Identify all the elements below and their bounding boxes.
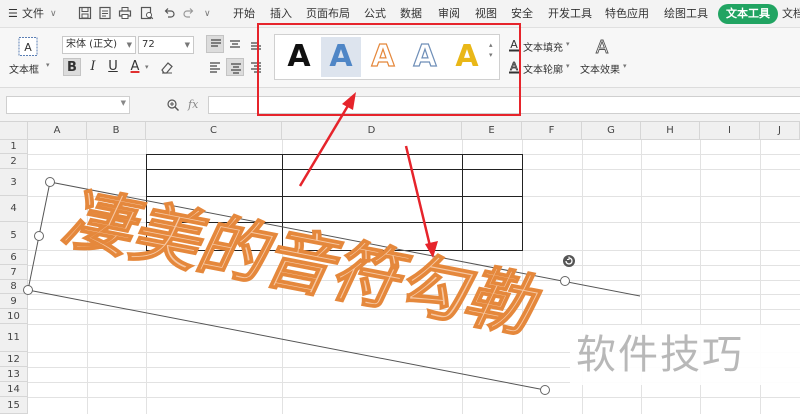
text-outline-label[interactable]: 文本轮廓 xyxy=(523,61,563,76)
row-header-11[interactable]: 11 xyxy=(0,324,28,352)
zoom-search-icon[interactable] xyxy=(166,98,180,112)
column-header-e[interactable]: E xyxy=(462,122,522,140)
svg-text:A: A xyxy=(596,37,609,56)
row-header-1[interactable]: 1 xyxy=(0,140,28,154)
text-effects-label[interactable]: 文本效果 xyxy=(580,61,620,76)
align-center-button[interactable] xyxy=(226,58,244,76)
tab-special-apps[interactable]: 特色应用 xyxy=(605,6,649,22)
row-header-15[interactable]: 15 xyxy=(0,397,28,414)
menu-hamburger-icon[interactable]: ☰ xyxy=(8,6,18,22)
name-box[interactable]: ▼ xyxy=(6,96,130,114)
textbox-label[interactable]: 文本框 xyxy=(9,61,39,76)
eraser-icon[interactable] xyxy=(158,58,176,76)
row-header-14[interactable]: 14 xyxy=(0,382,28,397)
column-header-a[interactable]: A xyxy=(28,122,87,140)
tab-overflow[interactable]: 文档 xyxy=(782,6,800,22)
row-header-4[interactable]: 4 xyxy=(0,196,28,222)
textbox-icon[interactable]: A xyxy=(14,36,42,58)
tab-home[interactable]: 开始 xyxy=(233,6,255,22)
column-header-d[interactable]: D xyxy=(282,122,462,140)
fx-icon[interactable]: fx xyxy=(188,98,198,111)
column-header-f[interactable]: F xyxy=(522,122,582,140)
row-header-10[interactable]: 10 xyxy=(0,309,28,324)
bold-button[interactable]: B xyxy=(63,58,81,76)
font-color-button[interactable]: A xyxy=(126,58,144,76)
select-all-corner[interactable] xyxy=(0,122,28,140)
chevron-down-icon: ▼ xyxy=(126,41,132,49)
column-header-j[interactable]: J xyxy=(760,122,800,140)
tab-text-tools[interactable]: 文本工具 xyxy=(718,4,778,24)
row-header-12[interactable]: 12 xyxy=(0,352,28,367)
row-header-9[interactable]: 9 xyxy=(0,294,28,309)
text-outline-dropdown-icon[interactable]: ▾ xyxy=(566,62,570,70)
row-header-13[interactable]: 13 xyxy=(0,367,28,382)
tab-view[interactable]: 视图 xyxy=(475,6,497,22)
textbox-dropdown-icon[interactable]: ▾ xyxy=(46,61,50,69)
row-header-6[interactable]: 6 xyxy=(0,250,28,265)
redo-icon[interactable] xyxy=(182,6,196,20)
watermark-text: 软件技巧 xyxy=(570,325,800,385)
tab-data[interactable]: 数据 xyxy=(400,6,422,22)
row-header-7[interactable]: 7 xyxy=(0,265,28,280)
export-pdf-icon[interactable] xyxy=(98,6,112,20)
text-fill-dropdown-icon[interactable]: ▾ xyxy=(566,40,570,48)
tab-drawing-tools[interactable]: 绘图工具 xyxy=(664,6,708,22)
font-name-value: 宋体 (正文) xyxy=(66,39,117,50)
column-header-c[interactable]: C xyxy=(146,122,282,140)
align-left-button[interactable] xyxy=(206,58,224,76)
font-size-value: 72 xyxy=(142,39,155,50)
undo-icon[interactable] xyxy=(162,6,176,20)
column-header-h[interactable]: H xyxy=(641,122,700,140)
row-header-3[interactable]: 3 xyxy=(0,169,28,196)
italic-button[interactable]: I xyxy=(84,58,102,76)
font-name-select[interactable]: 宋体 (正文) ▼ xyxy=(62,36,136,54)
row-header-2[interactable]: 2 xyxy=(0,154,28,169)
save-icon[interactable] xyxy=(78,6,92,20)
chevron-down-icon: ▼ xyxy=(184,41,190,49)
print-icon[interactable] xyxy=(118,6,132,20)
row-header-8[interactable]: 8 xyxy=(0,280,28,294)
text-effects-icon[interactable]: A xyxy=(593,36,611,59)
tab-formulas[interactable]: 公式 xyxy=(364,6,386,22)
align-top-button[interactable] xyxy=(206,35,224,53)
column-header-i[interactable]: I xyxy=(700,122,760,140)
print-preview-icon[interactable] xyxy=(140,6,154,20)
column-header-g[interactable]: G xyxy=(582,122,641,140)
row-header-5[interactable]: 5 xyxy=(0,222,28,250)
tab-security[interactable]: 安全 xyxy=(511,6,533,22)
underline-button[interactable]: U xyxy=(104,58,122,76)
svg-text:A: A xyxy=(24,41,32,54)
file-menu[interactable]: 文件 xyxy=(22,6,44,22)
file-menu-chevron-icon[interactable]: ∨ xyxy=(50,6,57,22)
text-effects-dropdown-icon[interactable]: ▾ xyxy=(623,62,627,70)
align-middle-button[interactable] xyxy=(226,35,244,53)
column-header-b[interactable]: B xyxy=(87,122,146,140)
font-size-select[interactable]: 72 ▼ xyxy=(138,36,194,54)
font-color-dropdown-icon[interactable]: ▾ xyxy=(145,63,149,71)
text-fill-label[interactable]: 文本填充 xyxy=(523,39,563,54)
tab-review[interactable]: 审阅 xyxy=(438,6,460,22)
quick-access-more-icon[interactable]: ∨ xyxy=(204,6,211,22)
tab-insert[interactable]: 插入 xyxy=(270,6,292,22)
tab-developer[interactable]: 开发工具 xyxy=(548,6,592,22)
tab-page-layout[interactable]: 页面布局 xyxy=(306,6,350,22)
name-box-dropdown-icon[interactable]: ▼ xyxy=(121,99,126,107)
highlight-annotation-box xyxy=(257,23,521,116)
